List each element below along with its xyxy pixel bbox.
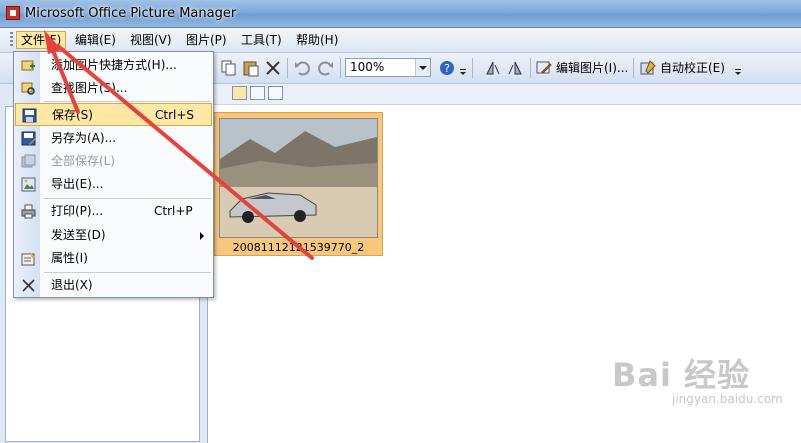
arrow-head-icon (44, 30, 62, 54)
watermark-brand: Bai 经验 (612, 356, 751, 394)
baidu-watermark: Bai 经验 jingyan.baidu.com (612, 350, 792, 410)
watermark-url: jingyan.baidu.com (672, 392, 783, 406)
annotation-arrow-to-file-menu (56, 44, 314, 260)
